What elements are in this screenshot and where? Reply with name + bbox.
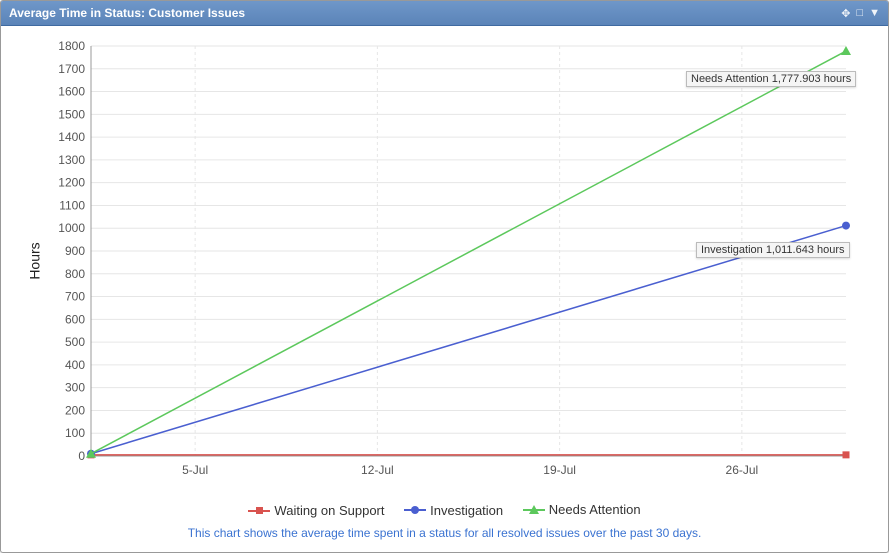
maximize-icon[interactable]: □ <box>856 7 863 19</box>
chart-caption: This chart shows the average time spent … <box>1 526 888 540</box>
svg-text:100: 100 <box>65 426 85 440</box>
svg-text:1200: 1200 <box>58 176 85 190</box>
legend-item-waiting[interactable]: Waiting on Support <box>248 503 384 518</box>
chart-panel: Average Time in Status: Customer Issues … <box>0 0 889 553</box>
panel-body: Hours 0100200300400500600700800900100011… <box>1 26 888 552</box>
tooltip-investigation: Investigation 1,011.643 hours <box>696 242 850 258</box>
svg-text:300: 300 <box>65 381 85 395</box>
panel-title: Average Time in Status: Customer Issues <box>9 6 841 20</box>
circle-marker-icon <box>404 504 426 516</box>
legend: Waiting on Support Investigation Needs A… <box>1 502 888 518</box>
svg-text:1500: 1500 <box>58 107 85 121</box>
svg-text:26-Jul: 26-Jul <box>726 463 759 477</box>
svg-text:1700: 1700 <box>58 62 85 76</box>
svg-text:700: 700 <box>65 290 85 304</box>
svg-text:1400: 1400 <box>58 130 85 144</box>
legend-label-needs: Needs Attention <box>549 502 641 517</box>
tooltip-needs-attention: Needs Attention 1,777.903 hours <box>686 71 856 87</box>
svg-text:400: 400 <box>65 358 85 372</box>
legend-item-needs[interactable]: Needs Attention <box>523 502 641 517</box>
svg-text:19-Jul: 19-Jul <box>543 463 576 477</box>
panel-controls: ✥ □ ▼ <box>841 7 880 20</box>
triangle-marker-icon <box>523 504 545 516</box>
chart-svg: 0 100 200 300 400 500 600 700 800 900 1000 1100 1200… <box>16 36 876 486</box>
menu-dropdown-icon[interactable]: ▼ <box>869 7 880 19</box>
square-marker-icon <box>248 505 270 517</box>
svg-text:1800: 1800 <box>58 39 85 53</box>
svg-text:1100: 1100 <box>59 198 85 212</box>
svg-text:12-Jul: 12-Jul <box>361 463 394 477</box>
svg-text:800: 800 <box>65 267 85 281</box>
move-icon[interactable]: ✥ <box>841 7 850 20</box>
legend-item-investigation[interactable]: Investigation <box>404 503 503 518</box>
svg-text:600: 600 <box>65 312 85 326</box>
legend-label-investigation: Investigation <box>430 503 503 518</box>
legend-label-waiting: Waiting on Support <box>274 503 384 518</box>
svg-text:1000: 1000 <box>58 221 85 235</box>
svg-text:0: 0 <box>78 449 85 463</box>
svg-text:5-Jul: 5-Jul <box>182 463 208 477</box>
svg-text:200: 200 <box>65 403 85 417</box>
svg-text:1300: 1300 <box>58 153 85 167</box>
svg-text:500: 500 <box>65 335 85 349</box>
svg-text:1600: 1600 <box>58 85 85 99</box>
panel-header: Average Time in Status: Customer Issues … <box>1 1 888 26</box>
svg-text:900: 900 <box>65 244 85 258</box>
chart-area: Hours 0100200300400500600700800900100011… <box>16 36 873 486</box>
